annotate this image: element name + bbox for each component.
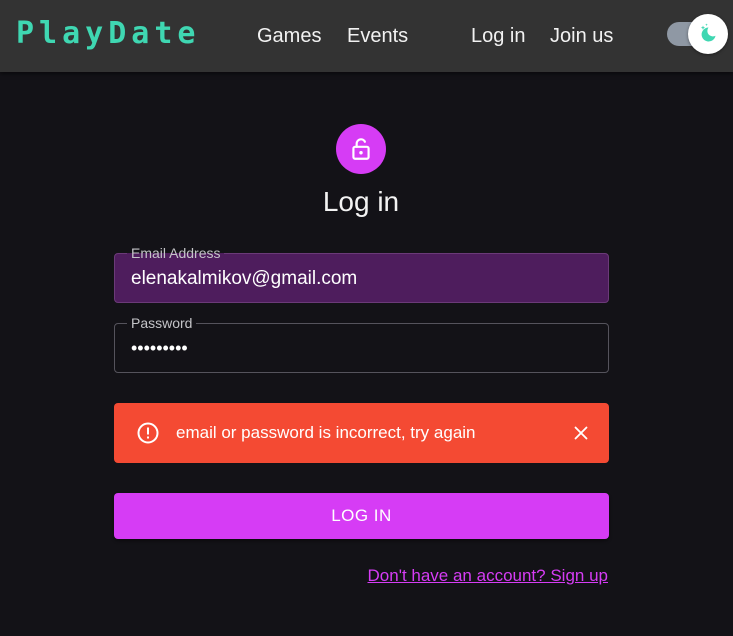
alert-message: email or password is incorrect, try agai…: [176, 423, 476, 442]
page-title: Log in: [322, 186, 400, 217]
email-field-label: Email Address: [127, 244, 225, 262]
password-field[interactable]: Password •••••••••: [114, 314, 609, 373]
email-input[interactable]: elenakalmikov@gmail.com: [131, 267, 591, 291]
nav-games-link[interactable]: Games: [257, 22, 321, 50]
nav-events-link[interactable]: Events: [347, 22, 408, 50]
nav-login-link[interactable]: Log in: [471, 22, 526, 50]
nav-join-link[interactable]: Join us: [550, 22, 613, 50]
password-input[interactable]: •••••••••: [131, 336, 591, 360]
brand-logo[interactable]: PlayDate: [16, 15, 201, 53]
lock-open-icon: [352, 138, 370, 160]
error-outline-icon: [137, 422, 159, 444]
lock-avatar: [336, 124, 386, 174]
email-field[interactable]: Email Address elenakalmikov@gmail.com: [114, 244, 609, 303]
login-submit-button[interactable]: LOG IN: [114, 493, 609, 539]
moon-stars-icon: [700, 23, 716, 42]
password-field-label: Password: [127, 314, 197, 332]
signup-link[interactable]: Don't have an account? Sign up: [368, 565, 608, 587]
close-icon[interactable]: [570, 422, 592, 444]
top-app-bar: PlayDate Games Events Log in Join us: [0, 0, 733, 72]
theme-toggle-knob[interactable]: [688, 14, 728, 54]
error-alert: email or password is incorrect, try agai…: [114, 403, 609, 463]
